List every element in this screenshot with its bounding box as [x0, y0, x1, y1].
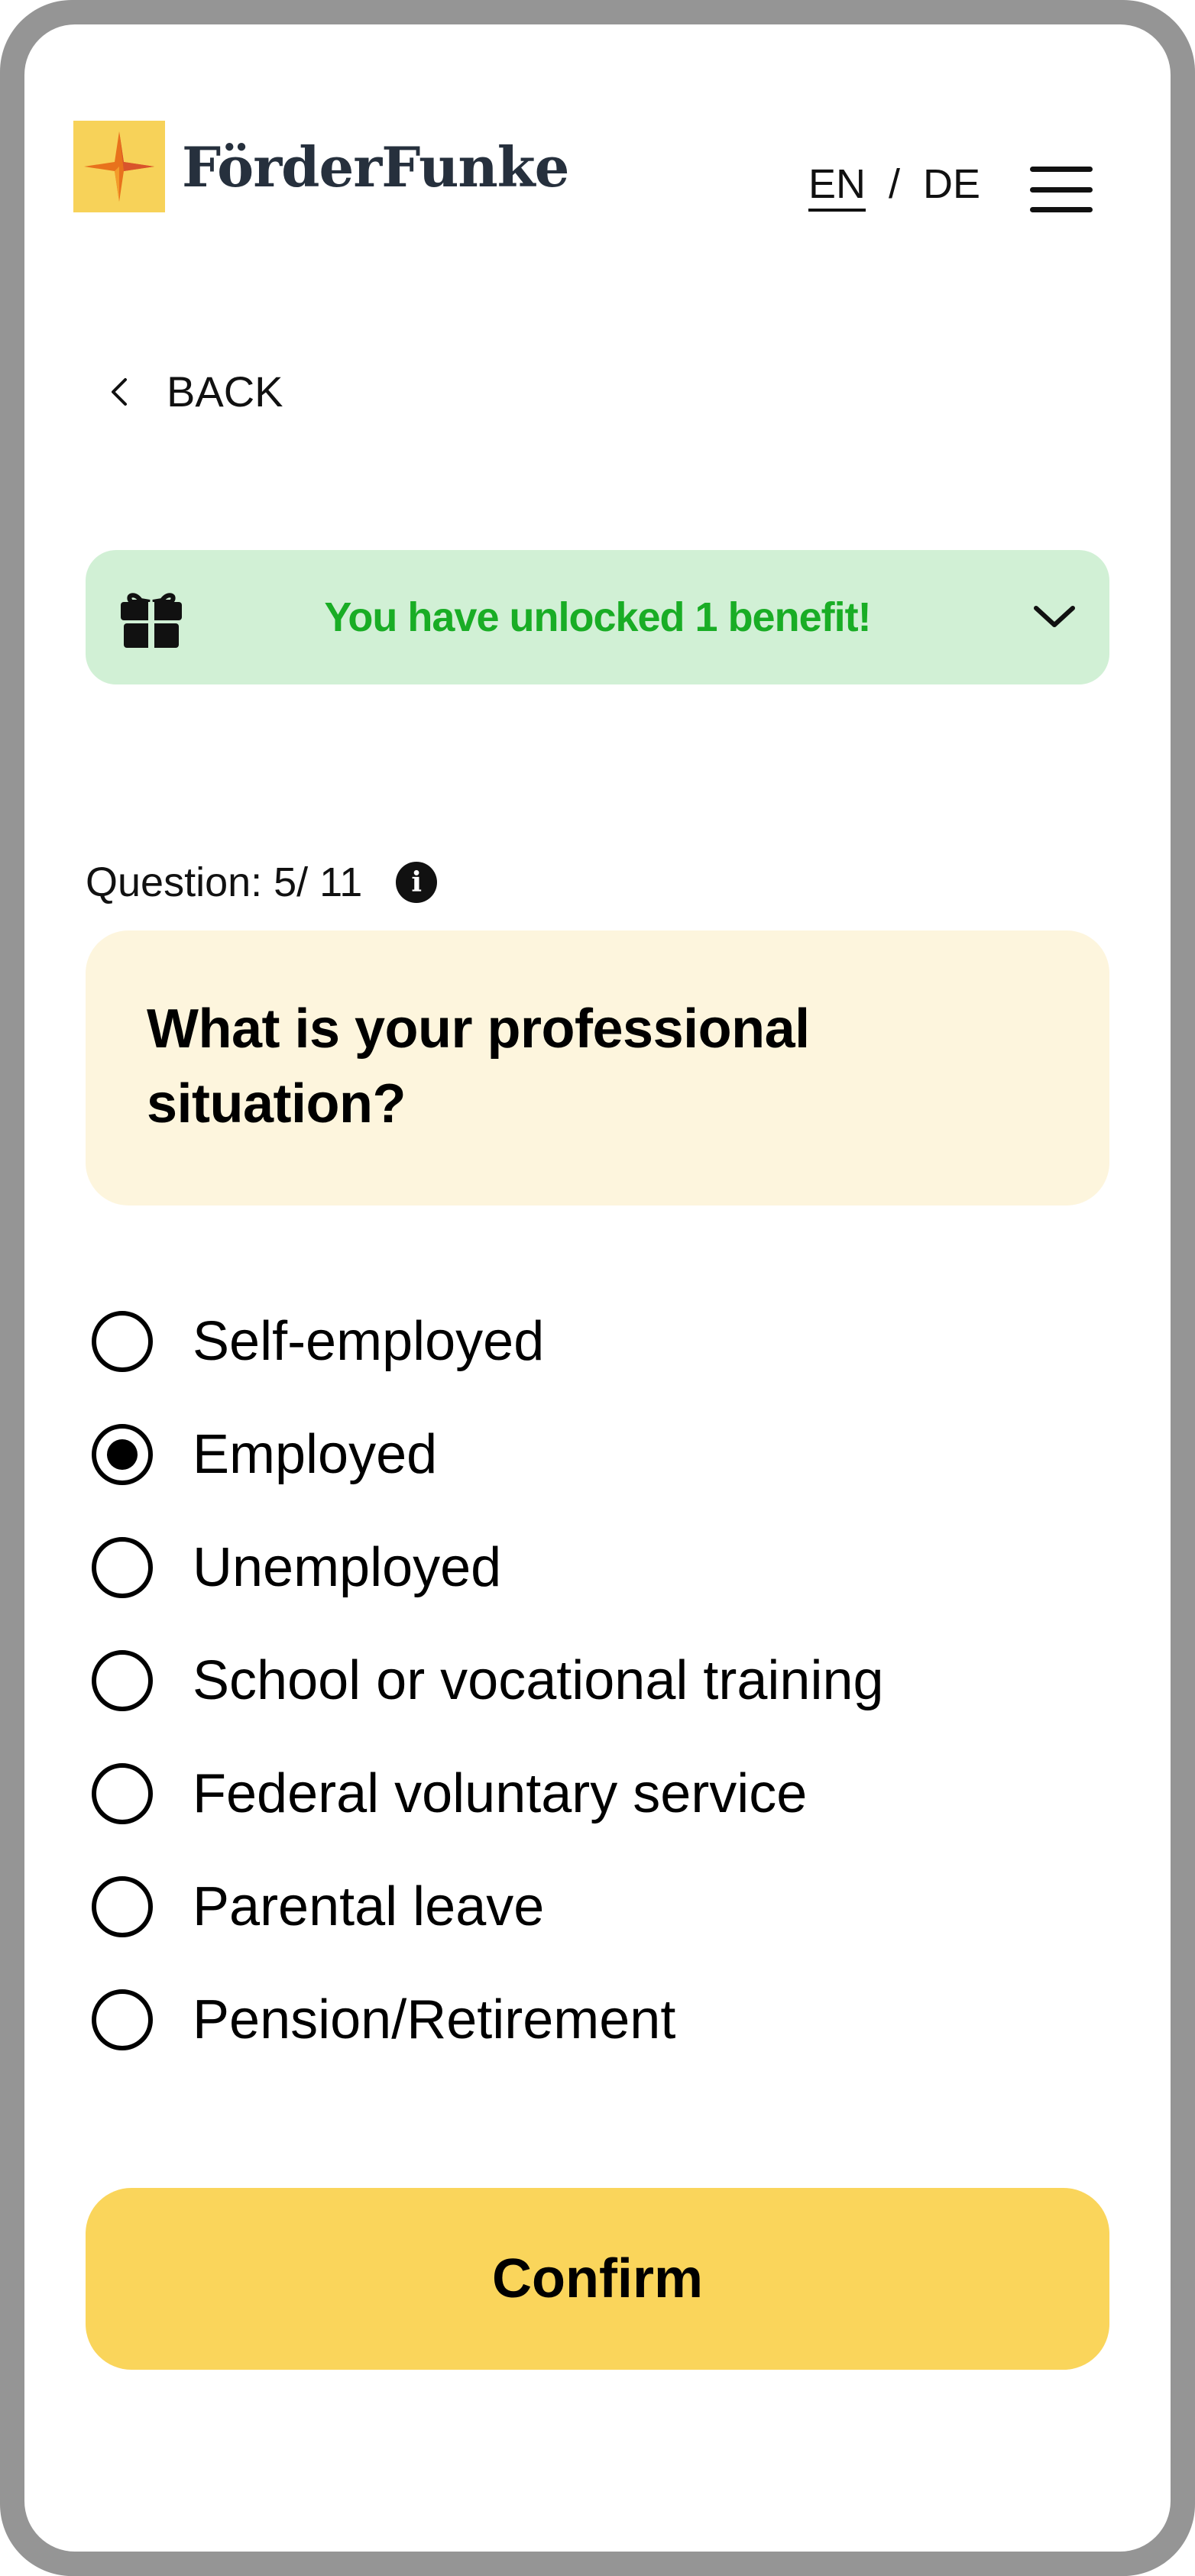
info-icon[interactable]: i — [396, 862, 438, 903]
option-label: Self-employed — [193, 1311, 545, 1372]
radio-button[interactable] — [92, 1876, 153, 1937]
option-parental-leave[interactable]: Parental leave — [92, 1850, 1085, 1963]
question-counter: Question: 5/ 11 i — [86, 859, 438, 906]
radio-button[interactable] — [92, 1650, 153, 1711]
option-label: Employed — [193, 1424, 438, 1485]
radio-button[interactable] — [92, 1763, 153, 1824]
option-label: Parental leave — [193, 1876, 545, 1937]
option-label: Unemployed — [193, 1537, 502, 1598]
question-card: What is your professional situation? — [86, 930, 1109, 1205]
options-list: Self-employed Employed Unemployed School… — [92, 1285, 1085, 2076]
spark-logo-icon — [73, 121, 165, 212]
option-school-training[interactable]: School or vocational training — [92, 1624, 1085, 1737]
radio-button-selected[interactable] — [92, 1424, 153, 1485]
benefit-banner[interactable]: You have unlocked 1 benefit! — [86, 550, 1109, 684]
device-frame: FörderFunke EN / DE BACK You have unlock… — [0, 0, 1195, 2576]
option-label: Pension/Retirement — [193, 1989, 676, 2050]
benefit-text: You have unlocked 1 benefit! — [324, 594, 871, 640]
option-label: Federal voluntary service — [193, 1763, 808, 1824]
chevron-down-icon[interactable] — [1033, 597, 1076, 634]
radio-button[interactable] — [92, 1537, 153, 1598]
confirm-button[interactable]: Confirm — [86, 2188, 1109, 2370]
radio-button[interactable] — [92, 1311, 153, 1372]
lang-en-link[interactable]: EN — [808, 160, 866, 208]
option-unemployed[interactable]: Unemployed — [92, 1511, 1085, 1624]
lang-separator: / — [889, 161, 901, 207]
brand-name: FörderFunke — [182, 134, 569, 199]
menu-bar — [1030, 207, 1093, 212]
back-label: BACK — [167, 367, 283, 416]
question-text: What is your professional situation? — [147, 998, 810, 1134]
menu-bar — [1030, 167, 1093, 172]
option-label: School or vocational training — [193, 1650, 884, 1711]
chevron-left-icon — [112, 377, 127, 406]
screen: FörderFunke EN / DE BACK You have unlock… — [24, 24, 1171, 2552]
hamburger-menu-icon[interactable] — [1030, 167, 1093, 212]
question-counter-text: Question: 5/ 11 — [86, 859, 363, 905]
brand-logo[interactable]: FörderFunke — [73, 121, 569, 212]
language-switcher: EN / DE — [808, 160, 980, 208]
back-button[interactable]: BACK — [110, 367, 283, 416]
option-pension-retirement[interactable]: Pension/Retirement — [92, 1963, 1085, 2076]
radio-button[interactable] — [92, 1989, 153, 2050]
option-employed[interactable]: Employed — [92, 1398, 1085, 1511]
gift-icon — [121, 593, 182, 649]
menu-bar — [1030, 186, 1093, 193]
lang-de-link[interactable]: DE — [923, 160, 980, 208]
option-self-employed[interactable]: Self-employed — [92, 1285, 1085, 1398]
option-federal-voluntary-service[interactable]: Federal voluntary service — [92, 1737, 1085, 1850]
